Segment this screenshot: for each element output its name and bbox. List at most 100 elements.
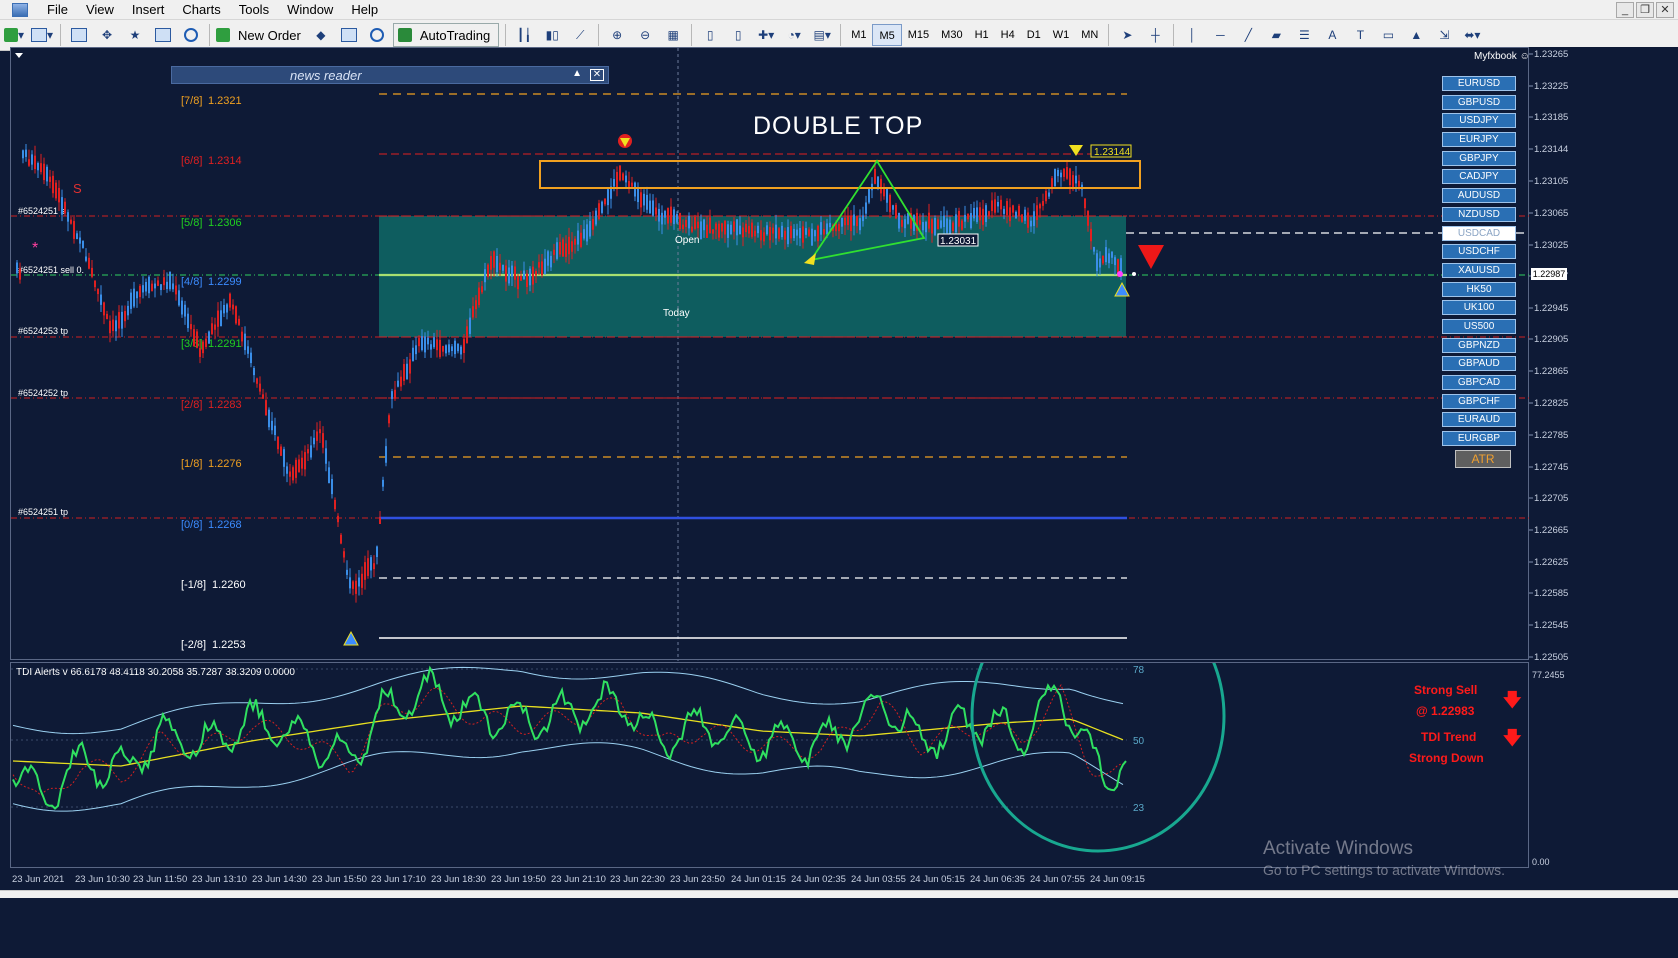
candle-body xyxy=(73,221,75,239)
symbol-button-audusd[interactable]: AUDUSD xyxy=(1442,188,1516,204)
profiles-icon[interactable]: ▾ xyxy=(30,23,54,47)
strategy-tester-icon[interactable] xyxy=(179,23,203,47)
candle-body xyxy=(205,338,207,348)
symbol-button-hk50[interactable]: HK50 xyxy=(1442,281,1516,297)
price-chart-canvas[interactable]: [7/8] 1.2321 [6/8] 1.2314 [5/8] 1.2306 [4/8] 1.… xyxy=(11,48,1530,661)
text-label-icon[interactable]: T xyxy=(1348,23,1372,47)
tf-m5[interactable]: M5 xyxy=(872,24,902,46)
time-tick-label: 24 Jun 06:35 xyxy=(970,874,1025,885)
symbol-button-usdcad[interactable]: USDCAD xyxy=(1442,225,1516,241)
metaeditor-icon[interactable]: ◆ xyxy=(309,23,333,47)
candle-body xyxy=(1099,258,1101,268)
symbol-button-gbpusd[interactable]: GBPUSD xyxy=(1442,94,1516,110)
symbol-button-gbpnzd[interactable]: GBPNZD xyxy=(1442,337,1516,353)
trendline-icon[interactable]: ╱ xyxy=(1236,23,1260,47)
menu-view[interactable]: View xyxy=(77,0,123,20)
signals-icon[interactable] xyxy=(337,23,361,47)
more-tools-icon[interactable]: ⬌▾ xyxy=(1460,23,1484,47)
price-scale: 1.23265 1.23225 1.23185 1.23144 1.23105 1.230… xyxy=(1529,47,1678,868)
symbol-button-eurusd[interactable]: EURUSD xyxy=(1442,76,1516,91)
symbol-button-usdchf[interactable]: USDCHF xyxy=(1442,244,1516,260)
symbol-button-gbpaud[interactable]: GBPAUD xyxy=(1442,356,1516,372)
current-price-label: 1.22987 xyxy=(1531,268,1567,280)
tf-m1[interactable]: M1 xyxy=(845,24,872,46)
symbol-button-us500[interactable]: US500 xyxy=(1442,318,1516,334)
terminal-icon[interactable] xyxy=(151,23,175,47)
new-order-button[interactable]: New Order xyxy=(216,23,305,47)
tf-h1[interactable]: H1 xyxy=(969,24,995,46)
indicators-icon[interactable]: ✚▾ xyxy=(754,23,778,47)
rectangle-icon[interactable]: ▭ xyxy=(1376,23,1400,47)
tf-w1[interactable]: W1 xyxy=(1047,24,1076,46)
menu-charts[interactable]: Charts xyxy=(173,0,229,20)
line-chart-icon[interactable]: ⟋ xyxy=(568,23,592,47)
symbol-button-eurgbp[interactable]: EURGBP xyxy=(1442,431,1516,447)
menu-tools[interactable]: Tools xyxy=(230,0,278,20)
symbol-button-usdjpy[interactable]: USDJPY xyxy=(1442,113,1516,129)
arrows-icon[interactable]: ⇲ xyxy=(1432,23,1456,47)
candle-body xyxy=(157,280,159,286)
symbol-button-nzdusd[interactable]: NZDUSD xyxy=(1442,206,1516,222)
crosshair-icon[interactable]: ┼ xyxy=(1143,23,1167,47)
triangle-icon[interactable]: ▲ xyxy=(1404,23,1428,47)
tile-windows-icon[interactable]: ▦ xyxy=(661,23,685,47)
tf-m30[interactable]: M30 xyxy=(935,24,968,46)
fibonacci-icon[interactable]: ☰ xyxy=(1292,23,1316,47)
tf-d1[interactable]: D1 xyxy=(1021,24,1047,46)
candlestick-icon[interactable]: ▮▯ xyxy=(540,23,564,47)
menu-file[interactable]: File xyxy=(38,0,77,20)
candle-body xyxy=(277,436,279,450)
price-chart[interactable]: [7/8] 1.2321 [6/8] 1.2314 [5/8] 1.2306 [4/8] 1.… xyxy=(10,47,1530,661)
restore-icon[interactable]: ❐ xyxy=(1636,2,1654,18)
candle-body xyxy=(889,194,891,213)
new-chart-icon[interactable]: ▾ xyxy=(2,23,26,47)
murrey-level-price: 1.2321 xyxy=(208,95,242,107)
chart-shift-icon[interactable]: ▯ xyxy=(698,23,722,47)
zoom-out-icon[interactable]: ⊖ xyxy=(633,23,657,47)
symbol-button-uk100[interactable]: UK100 xyxy=(1442,300,1516,316)
candle-body xyxy=(619,165,621,181)
market-watch-icon[interactable] xyxy=(67,23,91,47)
candle-body xyxy=(844,217,846,226)
autoscroll-icon[interactable]: ▯ xyxy=(726,23,750,47)
candle-body xyxy=(826,223,828,235)
cursor-icon[interactable]: ➤ xyxy=(1115,23,1139,47)
autotrading-button[interactable]: AutoTrading xyxy=(392,23,500,47)
tf-h4[interactable]: H4 xyxy=(995,24,1021,46)
zoom-in-icon[interactable]: ⊕ xyxy=(605,23,629,47)
candle-body xyxy=(310,445,312,458)
symbol-button-xauusd[interactable]: XAUUSD xyxy=(1442,262,1516,278)
atr-button[interactable]: ATR xyxy=(1455,450,1511,468)
menu-help[interactable]: Help xyxy=(342,0,387,20)
menu-window[interactable]: Window xyxy=(278,0,342,20)
symbol-button-euraud[interactable]: EURAUD xyxy=(1442,412,1516,428)
symbol-button-gbpcad[interactable]: GBPCAD xyxy=(1442,375,1516,390)
templates-icon[interactable]: ▤▾ xyxy=(810,23,834,47)
symbol-button-gbpchf[interactable]: GBPCHF xyxy=(1442,393,1516,409)
app-icon[interactable] xyxy=(12,2,28,17)
minimize-icon[interactable]: _ xyxy=(1616,2,1634,18)
close-icon[interactable]: ✕ xyxy=(590,69,604,81)
horizontal-line-icon[interactable]: ─ xyxy=(1208,23,1232,47)
equidistant-channel-icon[interactable]: ▰ xyxy=(1264,23,1288,47)
tf-m15[interactable]: M15 xyxy=(902,24,935,46)
close-icon[interactable]: ✕ xyxy=(1656,2,1674,18)
news-reader-panel[interactable]: news reader ▲ ✕ xyxy=(171,66,609,84)
symbol-button-gbpjpy[interactable]: GBPJPY xyxy=(1442,150,1516,166)
candle-body xyxy=(613,179,615,187)
candle-body xyxy=(736,219,738,236)
vertical-line-icon[interactable]: │ xyxy=(1180,23,1204,47)
candle-body xyxy=(568,236,570,255)
periodicity-icon[interactable]: ◔▾ xyxy=(782,23,806,47)
collapse-icon[interactable]: ▲ xyxy=(572,68,582,79)
menu-insert[interactable]: Insert xyxy=(123,0,174,20)
market-icon[interactable] xyxy=(365,23,389,47)
bar-chart-icon[interactable]: ┃╽ xyxy=(512,23,536,47)
data-window-icon[interactable]: ✥ xyxy=(95,23,119,47)
symbol-button-cadjpy[interactable]: CADJPY xyxy=(1442,169,1516,185)
symbol-button-eurjpy[interactable]: EURJPY xyxy=(1442,132,1516,148)
candle-body xyxy=(403,364,405,381)
tf-mn[interactable]: MN xyxy=(1075,24,1104,46)
text-icon[interactable]: A xyxy=(1320,23,1344,47)
navigator-icon[interactable]: ★ xyxy=(123,23,147,47)
